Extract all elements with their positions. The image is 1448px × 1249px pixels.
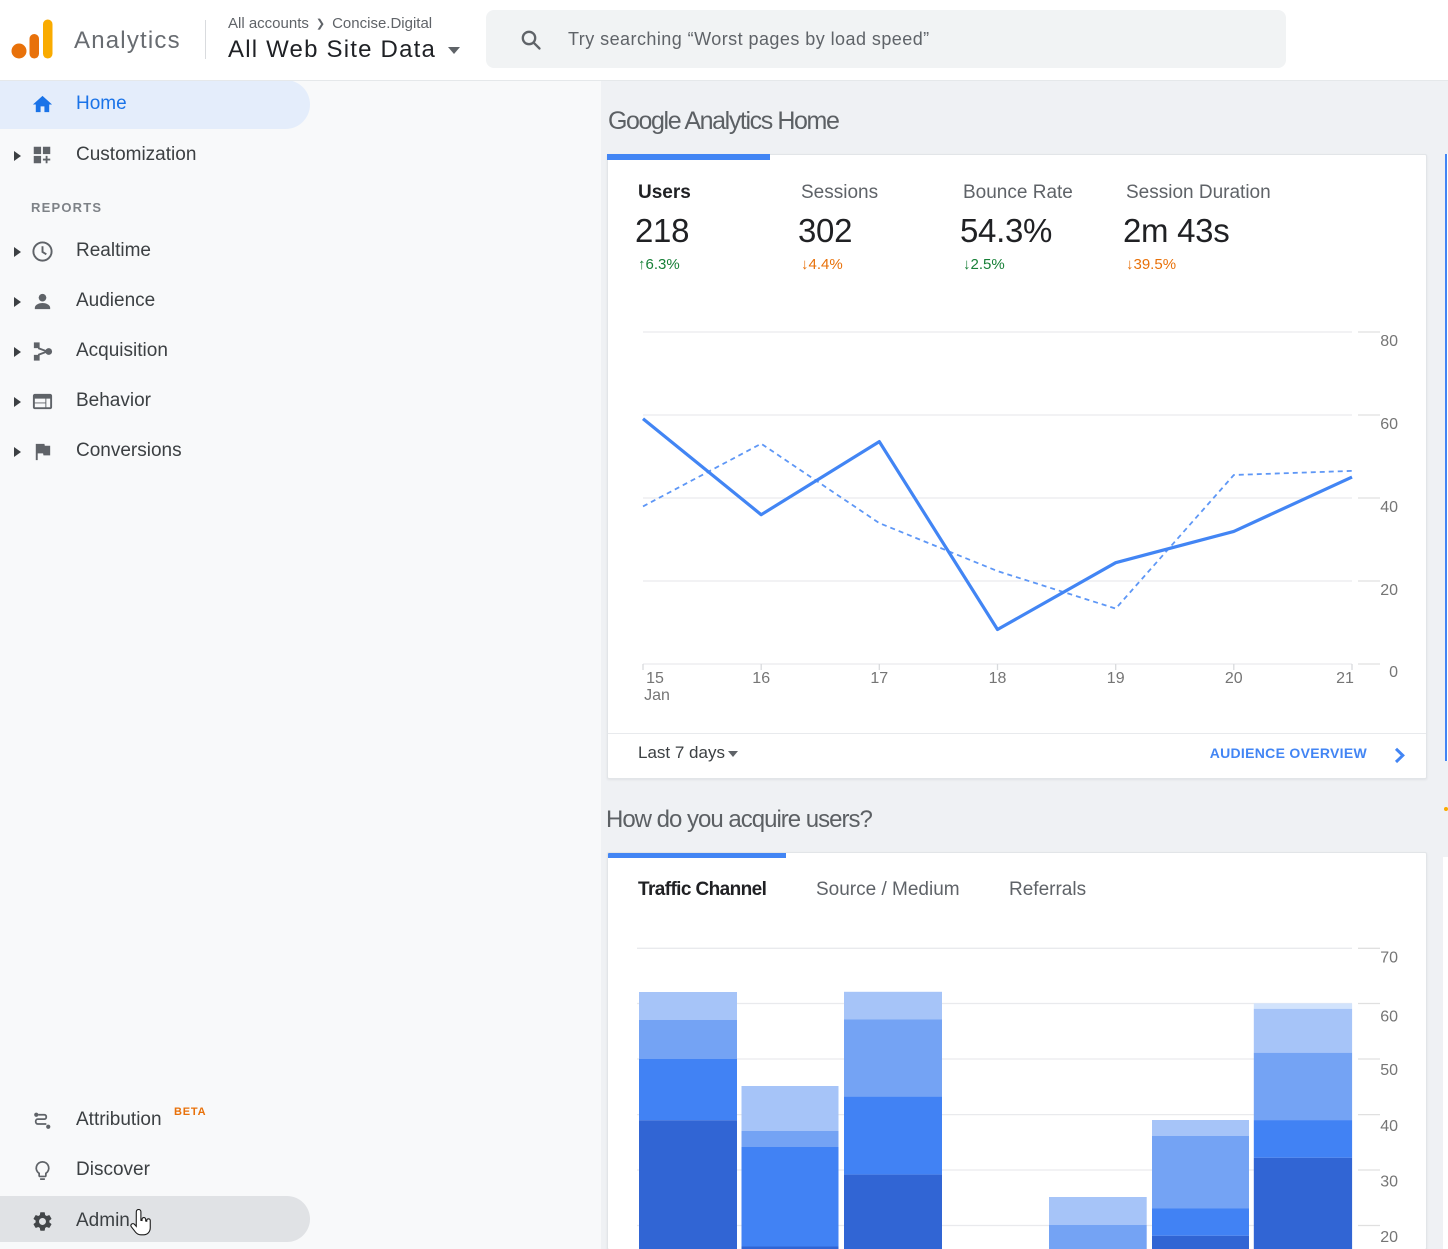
svg-text:40: 40 (1380, 499, 1398, 516)
svg-text:60: 60 (1380, 1009, 1398, 1026)
svg-text:15: 15 (646, 670, 664, 687)
svg-text:17: 17 (870, 670, 888, 687)
svg-text:30: 30 (1380, 1174, 1398, 1191)
svg-text:16: 16 (752, 670, 770, 687)
svg-text:50: 50 (1380, 1062, 1398, 1079)
svg-text:20: 20 (1380, 582, 1398, 599)
svg-text:0: 0 (1389, 664, 1398, 681)
svg-text:Jan: Jan (644, 687, 670, 704)
svg-text:60: 60 (1380, 416, 1398, 433)
svg-text:80: 80 (1380, 333, 1398, 350)
svg-text:40: 40 (1380, 1118, 1398, 1135)
svg-text:20: 20 (1380, 1229, 1398, 1246)
svg-text:70: 70 (1380, 950, 1398, 967)
svg-text:21: 21 (1336, 670, 1354, 687)
svg-text:18: 18 (989, 670, 1007, 687)
svg-text:20: 20 (1225, 670, 1243, 687)
svg-text:19: 19 (1107, 670, 1125, 687)
